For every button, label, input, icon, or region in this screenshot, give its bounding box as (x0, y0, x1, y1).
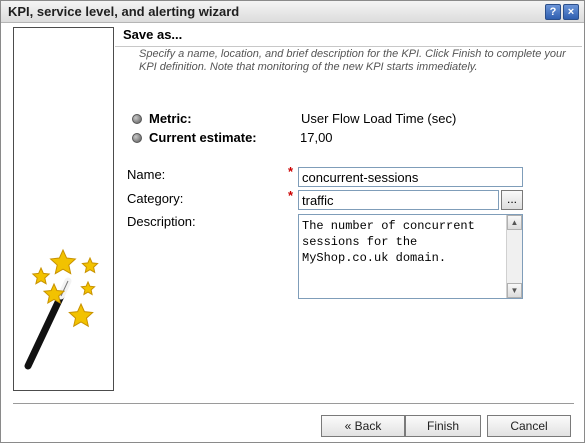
description-text: The number of concurrent sessions for th… (302, 219, 475, 265)
finish-button[interactable]: Finish (405, 415, 481, 437)
bullet-icon (132, 114, 142, 124)
metric-value: User Flow Load Time (sec) (301, 111, 457, 126)
category-input[interactable] (298, 190, 499, 210)
header-divider (115, 46, 582, 47)
help-button[interactable]: ? (545, 4, 561, 20)
window-title: KPI, service level, and alerting wizard (8, 4, 240, 19)
category-label: Category: (127, 191, 184, 206)
scroll-up-icon[interactable]: ▲ (507, 215, 522, 230)
description-scrollbar[interactable]: ▲ ▼ (506, 215, 522, 298)
description-label: Description: (127, 214, 196, 229)
wizard-window: KPI, service level, and alerting wizard … (0, 0, 585, 443)
instructions-text: Specify a name, location, and brief desc… (139, 48, 566, 73)
wizard-side-panel (13, 27, 114, 391)
title-bar: KPI, service level, and alerting wizard … (1, 1, 584, 23)
metric-label: Metric: (149, 111, 192, 126)
category-browse-button[interactable]: ... (501, 190, 523, 210)
bullet-icon (132, 133, 142, 143)
current-estimate-value: 17,00 (300, 130, 333, 145)
close-button[interactable]: × (563, 4, 579, 20)
magic-wand-stars-icon (24, 248, 99, 370)
footer-divider (13, 403, 574, 404)
cancel-button[interactable]: Cancel (487, 415, 571, 437)
section-title: Save as... (123, 27, 183, 42)
back-button[interactable]: « Back (321, 415, 405, 437)
required-marker: * (288, 188, 294, 203)
description-textarea[interactable]: The number of concurrent sessions for th… (298, 214, 523, 299)
name-label: Name: (127, 167, 166, 182)
current-estimate-label: Current estimate: (149, 130, 257, 145)
name-input[interactable] (298, 167, 523, 187)
scroll-down-icon[interactable]: ▼ (507, 283, 522, 298)
required-marker: * (288, 164, 294, 179)
